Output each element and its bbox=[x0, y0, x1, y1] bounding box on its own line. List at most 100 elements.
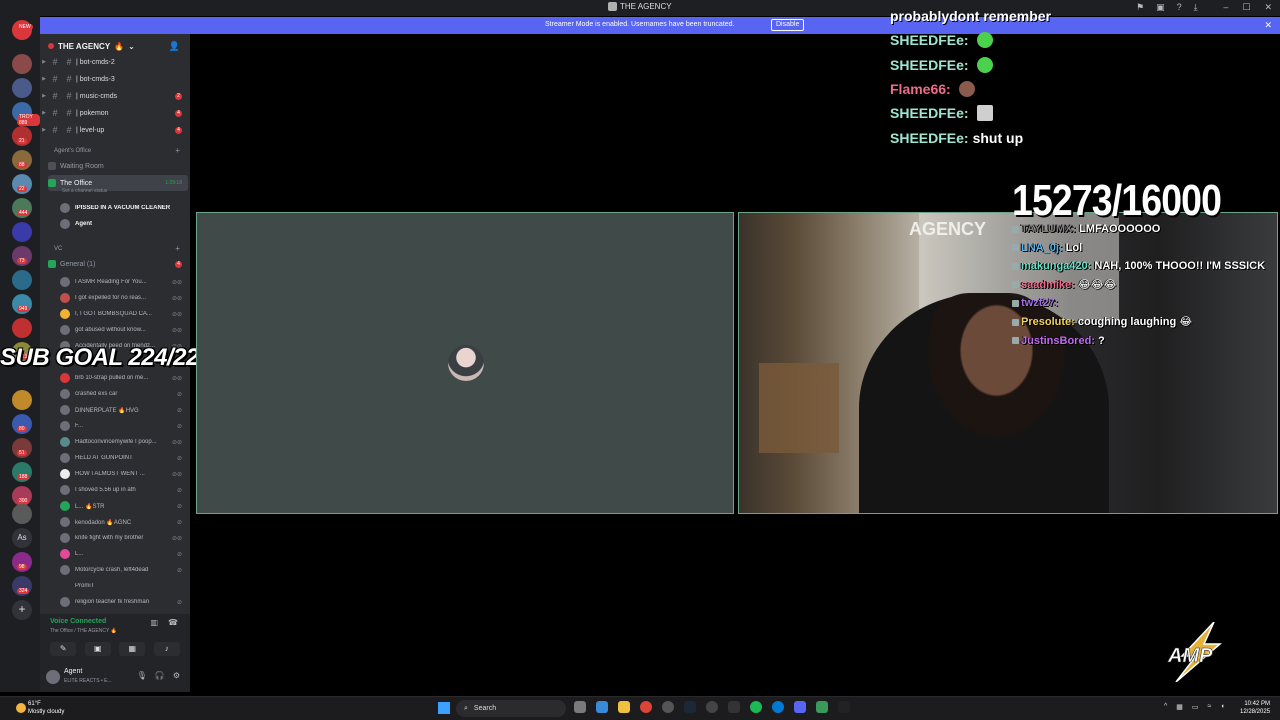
category-vc[interactable]: VC bbox=[54, 246, 62, 252]
add-channel-icon[interactable]: + bbox=[175, 146, 180, 155]
channel-item[interactable]: ▶ # # | bot-cmds-2 bbox=[40, 54, 190, 70]
chrome-icon[interactable] bbox=[640, 701, 652, 713]
channel-item[interactable]: ▶ # # | pokemon 4 bbox=[40, 105, 190, 121]
voice-member[interactable]: got abused without know... ⊘⊘ bbox=[60, 322, 186, 338]
volume-icon[interactable]: ◖ bbox=[1220, 703, 1224, 711]
server-icon[interactable] bbox=[12, 78, 32, 98]
discord-icon[interactable] bbox=[794, 701, 806, 713]
app-icon[interactable] bbox=[728, 701, 740, 713]
category-agents-office[interactable]: Agent's Office bbox=[54, 148, 91, 154]
voice-member[interactable]: I got expelled for no reas... ⊘⊘ bbox=[60, 290, 186, 306]
add-channel-icon[interactable]: + bbox=[175, 244, 180, 253]
disable-button[interactable]: Disable bbox=[771, 19, 805, 31]
voice-channel-waiting-room[interactable]: Waiting Room bbox=[48, 158, 188, 174]
voice-member[interactable]: L... 🔥STR ⊘ bbox=[60, 498, 186, 514]
channel-item[interactable]: ▶ # # | music-cmds 2 bbox=[40, 88, 190, 104]
mic-icon[interactable]: 🎙 bbox=[137, 671, 147, 680]
noise-suppression-icon[interactable]: ▥ bbox=[150, 618, 158, 627]
windows-start-icon[interactable] bbox=[438, 702, 450, 714]
server-icon[interactable] bbox=[12, 54, 32, 74]
server-icon[interactable] bbox=[12, 270, 32, 290]
app-icon[interactable] bbox=[706, 701, 718, 713]
weather-widget[interactable]: 61°F Mostly cloudy bbox=[28, 700, 64, 716]
voice-member[interactable]: kenodadon 🔥AGNC ⊘ bbox=[60, 514, 186, 530]
voice-member[interactable]: Motorcycle crash, left4dead ⊘ bbox=[60, 562, 186, 578]
voice-member[interactable]: Hadtoconvincemywife I poop... ⊘⊘ bbox=[60, 434, 186, 450]
voice-member[interactable]: crashed exs car ⊘ bbox=[60, 386, 186, 402]
edge-icon[interactable] bbox=[772, 701, 784, 713]
voice-member[interactable]: I ASMR Reading For You... ⊘⊘ bbox=[60, 274, 186, 290]
spotify-icon[interactable] bbox=[750, 701, 762, 713]
task-view-icon[interactable] bbox=[574, 701, 586, 713]
channel-item[interactable]: ▶ # # | level-up 4 bbox=[40, 122, 190, 138]
voice-member[interactable]: I shoved 5.56 up in ath ⊘ bbox=[60, 482, 186, 498]
server-icon[interactable] bbox=[12, 504, 32, 524]
voice-member[interactable]: I, I GOT BOMBSQUAD CA... ⊘⊘ bbox=[60, 306, 186, 322]
file-explorer-icon[interactable] bbox=[618, 701, 630, 713]
add-server-button[interactable]: + bbox=[12, 600, 32, 620]
voice-member[interactable]: F... ⊘ bbox=[60, 418, 186, 434]
help-icon[interactable]: ? bbox=[1177, 2, 1182, 13]
user-name[interactable]: Agent bbox=[64, 668, 82, 675]
screen-share-button[interactable]: ▣ bbox=[84, 642, 111, 656]
avatar[interactable] bbox=[46, 670, 60, 684]
server-icon-new[interactable] bbox=[12, 20, 32, 40]
gear-icon[interactable]: ⚙ bbox=[173, 671, 180, 680]
weather-icon[interactable] bbox=[16, 703, 26, 713]
server-icon[interactable] bbox=[12, 390, 32, 410]
voice-member[interactable]: IPISSED IN A VACUUM CLEANER bbox=[60, 200, 186, 216]
amp-logo-text: AMP bbox=[1167, 645, 1213, 667]
server-icon[interactable] bbox=[12, 222, 32, 242]
taskbar-clock[interactable]: 10:42 PM 12/28/2025 bbox=[1240, 700, 1270, 716]
widgets-icon[interactable] bbox=[596, 701, 608, 713]
taskbar-search[interactable]: ⌕ Search bbox=[456, 700, 566, 717]
muted-icon: ⊘ bbox=[176, 455, 182, 462]
voice-call-tile[interactable] bbox=[196, 212, 734, 514]
voice-member[interactable]: religion teacher fk freshman ⊘ bbox=[60, 594, 186, 610]
server-dot-icon bbox=[48, 43, 54, 49]
voice-channel-general[interactable]: General (1) 4 bbox=[48, 256, 188, 272]
headphones-icon[interactable]: 🎧 bbox=[155, 671, 165, 680]
avatar bbox=[60, 309, 70, 319]
voice-member[interactable]: DINNERPLATE 🔥HVG ⊘ bbox=[60, 402, 186, 418]
steam-icon[interactable] bbox=[684, 701, 696, 713]
app-icon[interactable] bbox=[838, 701, 850, 713]
soundboard-button[interactable]: ♪ bbox=[153, 642, 180, 656]
chevron-up-icon[interactable]: ^ bbox=[1164, 703, 1167, 711]
activities-button[interactable]: ▦ bbox=[119, 642, 146, 656]
battery-icon[interactable]: ▭ bbox=[1192, 703, 1199, 711]
add-member-icon[interactable]: 👤 bbox=[169, 41, 180, 52]
voice-member[interactable]: HELD AT GUNPOINT ⊘ bbox=[60, 450, 186, 466]
channel-status[interactable]: Set a channel status bbox=[62, 188, 107, 194]
screen-icon[interactable]: ▣ bbox=[1156, 2, 1165, 13]
channel-name: | bot-cmds-2 bbox=[76, 58, 115, 66]
wifi-icon[interactable]: ≈ bbox=[1208, 703, 1212, 711]
app-tray-icon[interactable]: ▦ bbox=[1176, 703, 1183, 711]
close-button[interactable]: ✕ bbox=[1264, 2, 1272, 13]
app-icon[interactable] bbox=[816, 701, 828, 713]
voice-member[interactable]: L... ⊘ bbox=[60, 546, 186, 562]
maximize-button[interactable]: ☐ bbox=[1242, 2, 1250, 13]
minimize-button[interactable]: – bbox=[1223, 2, 1228, 13]
voice-member[interactable]: Agent bbox=[60, 216, 186, 232]
server-icon-as[interactable]: As bbox=[12, 528, 32, 548]
channel-item[interactable]: ▶ # # | bot-cmds-3 bbox=[40, 71, 190, 87]
download-icon[interactable]: ⤓ bbox=[1194, 2, 1198, 13]
voice-member[interactable]: brb 10-strap pulled on me... ⊘⊘ bbox=[60, 370, 186, 386]
voice-location[interactable]: The Office / THE AGENCY 🔥 bbox=[50, 628, 117, 634]
server-icon[interactable] bbox=[12, 318, 32, 338]
disconnect-icon[interactable]: ☎ bbox=[168, 618, 178, 627]
member-name: I, I GOT BOMBSQUAD CA... bbox=[75, 311, 152, 317]
voice-member[interactable]: knife fight with my brother ⊘⊘ bbox=[60, 530, 186, 546]
obs-icon[interactable] bbox=[662, 701, 674, 713]
arrow-icon: ▶ bbox=[42, 59, 46, 65]
participant-avatar bbox=[448, 345, 484, 381]
badge-icon bbox=[1012, 337, 1019, 345]
banner-close-icon[interactable]: ✕ bbox=[1264, 20, 1272, 31]
voice-member[interactable]: HOW I ALMOST WENT ... ⊘⊘ bbox=[60, 466, 186, 482]
chat-message: SHEEDFEe: bbox=[890, 53, 1150, 77]
avatar bbox=[60, 277, 70, 287]
camera-button[interactable]: ✎ bbox=[50, 642, 77, 656]
member-name: Hadtoconvincemywife I poop... bbox=[75, 439, 157, 445]
voice-member[interactable]: PromiT bbox=[60, 578, 186, 594]
